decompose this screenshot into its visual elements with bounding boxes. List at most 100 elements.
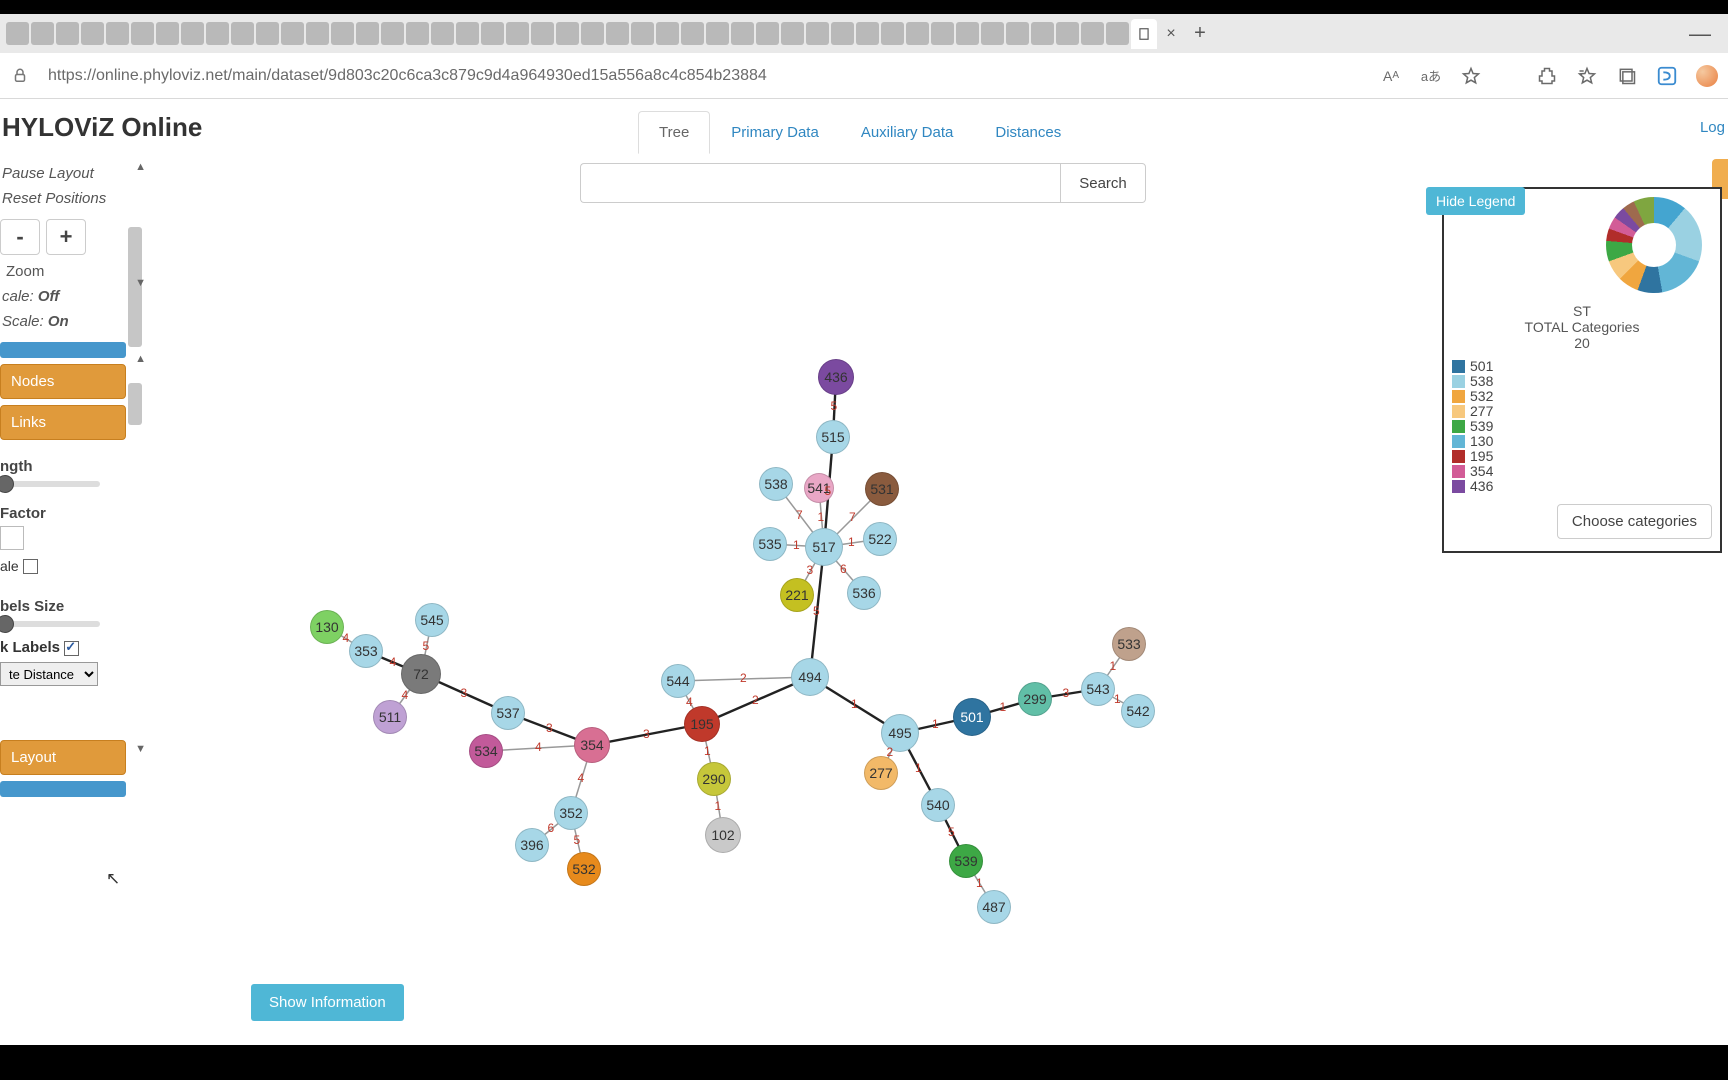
translate-icon[interactable]: aあ bbox=[1420, 65, 1442, 87]
browser-tab-icon[interactable] bbox=[256, 22, 279, 45]
browser-tab-icon[interactable] bbox=[1106, 22, 1129, 45]
panel-header-2[interactable] bbox=[0, 781, 126, 797]
browser-tab-icon[interactable] bbox=[731, 22, 754, 45]
length-slider[interactable] bbox=[0, 481, 100, 487]
tab-tree[interactable]: Tree bbox=[638, 111, 710, 154]
browser-tab-icon[interactable] bbox=[556, 22, 579, 45]
browser-tab-icon[interactable] bbox=[756, 22, 779, 45]
tab-distances[interactable]: Distances bbox=[974, 111, 1082, 154]
browser-tab-icon[interactable] bbox=[1006, 22, 1029, 45]
graph-node[interactable]: 290 bbox=[697, 762, 731, 796]
browser-tab-icon[interactable] bbox=[831, 22, 854, 45]
url-text[interactable]: https://online.phyloviz.net/main/dataset… bbox=[48, 67, 1362, 85]
scale-checkbox[interactable] bbox=[23, 559, 38, 574]
profile-avatar[interactable] bbox=[1696, 65, 1718, 87]
collections-icon[interactable] bbox=[1616, 65, 1638, 87]
graph-node[interactable]: 487 bbox=[977, 890, 1011, 924]
browser-tab-icon[interactable] bbox=[881, 22, 904, 45]
graph-node[interactable]: 299 bbox=[1018, 682, 1052, 716]
tab-close-button[interactable]: × bbox=[1159, 25, 1183, 43]
graph-node[interactable]: 511 bbox=[373, 700, 407, 734]
browser-tab-icon[interactable] bbox=[956, 22, 979, 45]
graph-node[interactable]: 537 bbox=[491, 696, 525, 730]
browser-tab-icon[interactable] bbox=[6, 22, 29, 45]
zoom-in-button[interactable]: + bbox=[46, 219, 86, 255]
graph-node[interactable]: 277 bbox=[864, 756, 898, 790]
browser-tab-icon[interactable] bbox=[631, 22, 654, 45]
browser-tab-icon[interactable] bbox=[206, 22, 229, 45]
browser-tab-icon[interactable] bbox=[981, 22, 1004, 45]
browser-tab-icon[interactable] bbox=[931, 22, 954, 45]
graph-node[interactable]: 535 bbox=[753, 527, 787, 561]
graph-node[interactable]: 538 bbox=[759, 467, 793, 501]
nodes-button[interactable]: Nodes bbox=[0, 364, 126, 399]
browser-tab-icon[interactable] bbox=[656, 22, 679, 45]
browser-tab-icon[interactable] bbox=[406, 22, 429, 45]
nlv-scale-off[interactable]: cale: Off bbox=[0, 284, 146, 309]
show-information-button[interactable]: Show Information bbox=[251, 984, 404, 1021]
graph-node[interactable]: 352 bbox=[554, 796, 588, 830]
browser-tab-icon[interactable] bbox=[781, 22, 804, 45]
browser-tab-icon[interactable] bbox=[331, 22, 354, 45]
graph-node[interactable]: 531 bbox=[865, 472, 899, 506]
graph-node[interactable]: 522 bbox=[863, 522, 897, 556]
browser-tab-icon[interactable] bbox=[56, 22, 79, 45]
window-minimize-button[interactable]: — bbox=[1678, 21, 1722, 47]
browser-tab-icon[interactable] bbox=[481, 22, 504, 45]
graph-node[interactable]: 396 bbox=[515, 828, 549, 862]
nlv-scale-on[interactable]: Scale: On bbox=[0, 309, 146, 334]
panel-header[interactable] bbox=[0, 342, 126, 358]
tab-primary-data[interactable]: Primary Data bbox=[710, 111, 840, 154]
graph-node[interactable]: 544 bbox=[661, 664, 695, 698]
browser-tab-icon[interactable] bbox=[106, 22, 129, 45]
links-button[interactable]: Links bbox=[0, 405, 126, 440]
graph-node[interactable]: 543 bbox=[1081, 672, 1115, 706]
zoom-out-button[interactable]: - bbox=[0, 219, 40, 255]
graph-node[interactable]: 195 bbox=[684, 706, 720, 742]
browser-tab-icon[interactable] bbox=[531, 22, 554, 45]
browser-tab-icon[interactable] bbox=[181, 22, 204, 45]
graph-node[interactable]: 534 bbox=[469, 734, 503, 768]
browser-tab-icon[interactable] bbox=[306, 22, 329, 45]
graph-node[interactable]: 353 bbox=[349, 634, 383, 668]
graph-node[interactable]: 532 bbox=[567, 852, 601, 886]
browser-tab-icon[interactable] bbox=[606, 22, 629, 45]
browser-tab-icon[interactable] bbox=[31, 22, 54, 45]
graph-node[interactable]: 221 bbox=[780, 578, 814, 612]
browser-tab-icon[interactable] bbox=[156, 22, 179, 45]
graph-node[interactable]: 545 bbox=[415, 603, 449, 637]
browser-tab-active[interactable] bbox=[1131, 19, 1157, 49]
graph-node[interactable]: 501 bbox=[953, 698, 991, 736]
graph-node[interactable]: 539 bbox=[949, 844, 983, 878]
browser-tab-icon[interactable] bbox=[381, 22, 404, 45]
login-link[interactable]: Log bbox=[1700, 119, 1725, 136]
reset-positions-button[interactable]: Reset Positions bbox=[0, 186, 146, 211]
factor-input[interactable] bbox=[0, 526, 24, 550]
new-tab-button[interactable]: + bbox=[1185, 22, 1215, 45]
scroll-down-icon-2[interactable]: ▼ bbox=[135, 743, 146, 755]
scroll-up-icon-2[interactable]: ▲ bbox=[135, 353, 146, 365]
ie-mode-icon[interactable] bbox=[1656, 65, 1678, 87]
browser-tab-icon[interactable] bbox=[281, 22, 304, 45]
browser-tab-icon[interactable] bbox=[506, 22, 529, 45]
pause-layout-button[interactable]: Pause Layout bbox=[0, 161, 146, 186]
graph-node[interactable]: 533 bbox=[1112, 627, 1146, 661]
graph-canvas[interactable]: 4365155385415315355175222215364945441952… bbox=[150, 209, 1728, 999]
extensions-icon[interactable] bbox=[1536, 65, 1558, 87]
browser-tab-icon[interactable] bbox=[706, 22, 729, 45]
layout-button[interactable]: Layout bbox=[0, 740, 126, 775]
browser-tab-icon[interactable] bbox=[231, 22, 254, 45]
favorite-icon[interactable] bbox=[1460, 65, 1482, 87]
browser-tab-icon[interactable] bbox=[1081, 22, 1104, 45]
graph-node[interactable]: 102 bbox=[705, 817, 741, 853]
browser-tab-icon[interactable] bbox=[456, 22, 479, 45]
browser-tab-icon[interactable] bbox=[356, 22, 379, 45]
browser-tab-icon[interactable] bbox=[431, 22, 454, 45]
site-info-icon[interactable] bbox=[10, 66, 30, 86]
favorites-bar-icon[interactable] bbox=[1576, 65, 1598, 87]
search-input[interactable] bbox=[580, 163, 1060, 203]
link-labels-checkbox[interactable] bbox=[64, 641, 79, 656]
browser-tab-icon[interactable] bbox=[581, 22, 604, 45]
graph-node[interactable]: 536 bbox=[847, 576, 881, 610]
graph-node[interactable]: 494 bbox=[791, 658, 829, 696]
